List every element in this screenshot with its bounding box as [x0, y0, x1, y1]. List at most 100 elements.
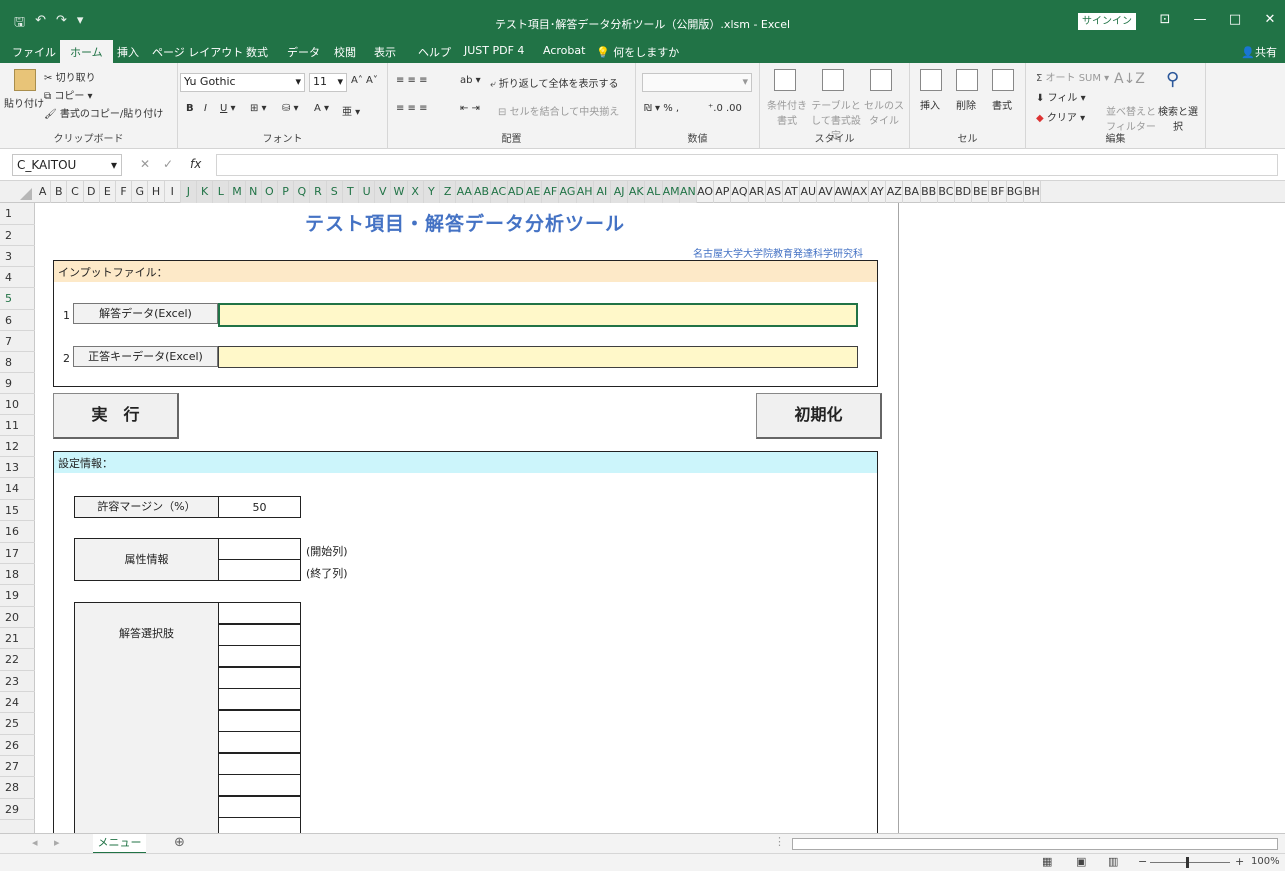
cancel-icon[interactable]: ✕ — [140, 157, 150, 171]
italic-icon[interactable]: I — [204, 103, 207, 114]
bold-icon[interactable]: B — [186, 103, 194, 114]
row-header-6[interactable]: 6 — [0, 310, 35, 331]
row-header-5[interactable]: 5 — [0, 288, 35, 310]
choice-cell[interactable] — [218, 752, 301, 775]
zoom-slider[interactable] — [1150, 862, 1230, 863]
row-header-21[interactable]: 21 — [0, 628, 35, 649]
delete-button[interactable]: 削除 — [956, 97, 976, 112]
column-header-au[interactable]: AU — [800, 181, 818, 203]
font-name-select[interactable]: Yu Gothic ▾ — [180, 73, 305, 92]
sheet-tab-menu[interactable]: メニュー — [93, 834, 146, 854]
column-header-ap[interactable]: AP — [714, 181, 732, 203]
column-header-aq[interactable]: AQ — [731, 181, 749, 203]
answer-data-button[interactable]: 解答データ(Excel) — [73, 303, 218, 324]
column-header-ak[interactable]: AK — [628, 181, 646, 203]
row-header-19[interactable]: 19 — [0, 585, 35, 607]
number-format-select[interactable]: ▾ — [642, 73, 752, 92]
column-header-ba[interactable]: BA — [903, 181, 921, 203]
margin-value-cell[interactable]: 50 — [218, 496, 301, 518]
column-header-q[interactable]: Q — [294, 181, 311, 203]
row-header-22[interactable]: 22 — [0, 649, 35, 671]
column-header-t[interactable]: T — [342, 181, 359, 203]
sort-icon[interactable]: A↓Z — [1114, 71, 1145, 87]
row-header-17[interactable]: 17 — [0, 543, 35, 564]
choice-cell[interactable] — [218, 709, 301, 732]
column-header-as[interactable]: AS — [766, 181, 783, 203]
format-painter-button[interactable]: 🖌 書式のコピー/貼り付け — [44, 105, 163, 120]
column-header-ao[interactable]: AO — [697, 181, 715, 203]
ribbon-display-icon[interactable]: ⊡ — [1150, 12, 1180, 27]
wrap-text-button[interactable]: ⤶ 折り返して全体を表示する — [490, 75, 619, 90]
row-header-20[interactable]: 20 — [0, 607, 35, 628]
row-header-28[interactable]: 28 — [0, 777, 35, 799]
column-header-bd[interactable]: BD — [955, 181, 973, 203]
column-header-bh[interactable]: BH — [1024, 181, 1041, 203]
column-header-ac[interactable]: AC — [490, 181, 508, 203]
copy-button[interactable]: ⧉ コピー ▾ — [44, 87, 93, 102]
align-left-icon[interactable]: ≡ ≡ ≡ — [396, 103, 428, 114]
tab-page-layout[interactable]: ページ レイアウト — [152, 44, 243, 60]
row-header-25[interactable]: 25 — [0, 713, 35, 735]
column-header-z[interactable]: Z — [440, 181, 457, 203]
delete-cells-icon[interactable] — [956, 69, 978, 91]
search-icon[interactable]: ⚲ — [1166, 69, 1179, 90]
answer-data-input[interactable] — [218, 303, 858, 327]
row-header-24[interactable]: 24 — [0, 692, 35, 713]
next-sheet-icon[interactable]: ▸ — [54, 836, 60, 849]
worksheet[interactable]: テスト項目・解答データ分析ツール 名古屋大学大学院教育発達科学研究科 インプット… — [35, 203, 1275, 833]
format-button[interactable]: 書式 — [992, 97, 1012, 112]
restore-button[interactable]: □ — [1220, 12, 1250, 27]
row-header-16[interactable]: 16 — [0, 521, 35, 543]
column-header-u[interactable]: U — [359, 181, 376, 203]
column-header-ay[interactable]: AY — [869, 181, 887, 203]
zoom-slider-thumb[interactable] — [1186, 857, 1189, 868]
column-header-aa[interactable]: AA — [456, 181, 474, 203]
attribute-start-cell[interactable] — [218, 538, 301, 560]
select-all-corner[interactable] — [0, 181, 35, 203]
column-header-bc[interactable]: BC — [938, 181, 955, 203]
row-header-26[interactable]: 26 — [0, 735, 35, 756]
column-header-ag[interactable]: AG — [559, 181, 577, 203]
column-header-r[interactable]: R — [310, 181, 327, 203]
tell-me-search[interactable]: 💡 何をしますか — [596, 44, 679, 60]
decimal-icon[interactable]: ⁺.0 .00 — [708, 103, 742, 114]
column-header-w[interactable]: W — [391, 181, 408, 203]
attribute-end-cell[interactable] — [218, 559, 301, 581]
page-layout-view-icon[interactable]: ▣ — [1076, 855, 1086, 868]
row-header-1[interactable]: 1 — [0, 203, 35, 225]
cell-style-icon[interactable] — [870, 69, 892, 91]
tab-acrobat[interactable]: Acrobat — [543, 44, 585, 57]
underline-icon[interactable]: U ▾ — [220, 103, 236, 114]
choice-cell[interactable] — [218, 795, 301, 818]
find-select-button[interactable]: 検索と選択 — [1158, 103, 1198, 133]
column-header-bg[interactable]: BG — [1007, 181, 1024, 203]
minimize-button[interactable]: — — [1185, 12, 1215, 27]
orientation-icon[interactable]: ab ▾ — [460, 75, 481, 86]
choice-cell[interactable] — [218, 623, 301, 646]
column-header-o[interactable]: O — [261, 181, 278, 203]
row-header-8[interactable]: 8 — [0, 352, 35, 373]
font-size-select[interactable]: 11 ▾ — [309, 73, 347, 92]
share-button[interactable]: 👤共有 — [1241, 44, 1277, 60]
choice-cell[interactable] — [218, 774, 301, 796]
row-header-10[interactable]: 10 — [0, 394, 35, 415]
page-break-view-icon[interactable]: ▥ — [1108, 855, 1118, 868]
tab-formulas[interactable]: 数式 — [246, 44, 268, 60]
tab-help[interactable]: ヘルプ — [418, 44, 451, 60]
cell-style-button[interactable]: セルのスタイル — [862, 97, 906, 127]
sort-filter-button[interactable]: 並べ替えとフィルター — [1106, 103, 1156, 133]
column-header-ai[interactable]: AI — [593, 181, 611, 203]
close-button[interactable]: ✕ — [1255, 12, 1285, 27]
column-header-s[interactable]: S — [326, 181, 343, 203]
zoom-in-icon[interactable]: + — [1235, 855, 1244, 868]
enter-icon[interactable]: ✓ — [163, 157, 173, 171]
column-header-ax[interactable]: AX — [852, 181, 869, 203]
row-header-13[interactable]: 13 — [0, 457, 35, 478]
column-header-c[interactable]: C — [67, 181, 84, 203]
column-header-d[interactable]: D — [84, 181, 100, 203]
answer-key-button[interactable]: 正答キーデータ(Excel) — [73, 346, 218, 367]
column-header-i[interactable]: I — [165, 181, 181, 203]
column-header-aj[interactable]: AJ — [611, 181, 629, 203]
column-header-bb[interactable]: BB — [921, 181, 938, 203]
column-header-al[interactable]: AL — [645, 181, 663, 203]
